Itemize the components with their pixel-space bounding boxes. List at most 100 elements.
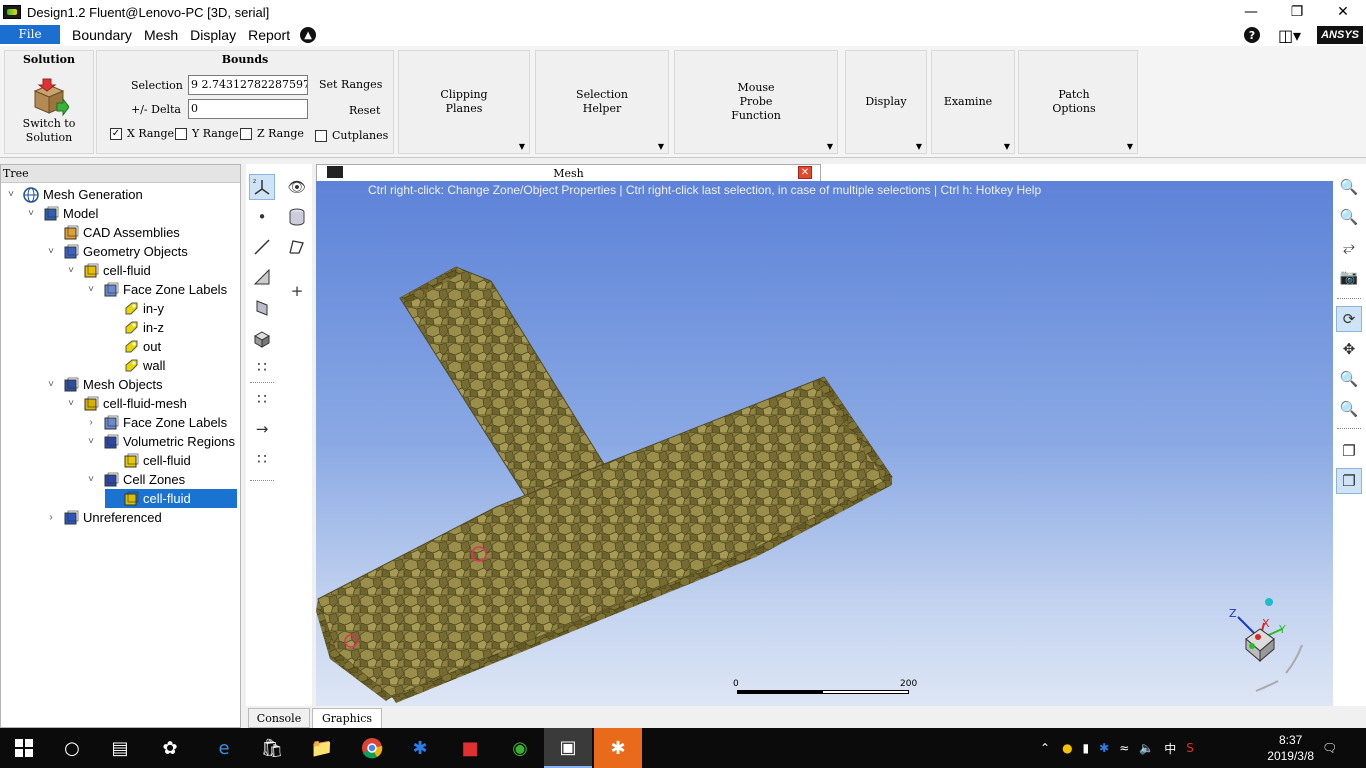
tray-app-icon[interactable]: ● bbox=[1062, 741, 1072, 755]
examine-group[interactable]: Examine ▼ bbox=[931, 50, 1015, 154]
face-select-icon[interactable] bbox=[249, 264, 275, 290]
clipping-planes-group[interactable]: Clipping Planes ▼ bbox=[398, 50, 530, 154]
parallel-projection-icon[interactable]: ❐ bbox=[1336, 438, 1362, 464]
clipping-planes-button[interactable]: Clipping Planes bbox=[399, 51, 529, 153]
tree-item[interactable]: ˅ Mesh Objects bbox=[45, 375, 162, 394]
visibility-icon[interactable]: 👁 bbox=[284, 174, 310, 200]
patch-options-group[interactable]: Patch Options ▼ bbox=[1018, 50, 1138, 154]
display-group[interactable]: Display ▼ bbox=[845, 50, 927, 154]
star-app-2-icon[interactable]: ✱ bbox=[594, 728, 642, 768]
examine-dropdown-icon[interactable]: ▼ bbox=[1004, 142, 1010, 151]
next-select-icon[interactable]: → bbox=[249, 416, 275, 442]
axis-select-icon[interactable]: z bbox=[249, 174, 275, 200]
tree-item[interactable]: CAD Assemblies bbox=[45, 223, 180, 242]
tree-toggle-icon[interactable]: ˅ bbox=[85, 436, 97, 447]
tree-item[interactable]: ˅ Cell Zones bbox=[85, 470, 185, 489]
app-icon[interactable]: ✿ bbox=[146, 728, 194, 768]
layout-icon[interactable]: ◫▾ bbox=[1278, 26, 1301, 45]
display-button[interactable]: Display bbox=[846, 51, 926, 153]
tree-item[interactable]: › Face Zone Labels bbox=[85, 413, 227, 432]
selection-helper-dropdown-icon[interactable]: ▼ bbox=[658, 142, 664, 151]
clock[interactable]: 8:37 2019/3/8 bbox=[1267, 732, 1314, 764]
start-icon[interactable] bbox=[0, 728, 48, 768]
mesh-tab[interactable]: Mesh ✕ bbox=[316, 164, 821, 181]
volume-icon[interactable]: 🔈 bbox=[1139, 741, 1154, 755]
multi-select-icon[interactable]: ∷ bbox=[249, 354, 275, 380]
tree-toggle-icon[interactable]: ˅ bbox=[85, 474, 97, 485]
graphics-tab[interactable]: Graphics bbox=[312, 708, 382, 728]
expand-select-icon[interactable]: ∷ bbox=[249, 446, 275, 472]
tree-toggle-icon[interactable]: › bbox=[85, 417, 97, 428]
patch-options-button[interactable]: Patch Options bbox=[1019, 51, 1129, 153]
minimize-button[interactable]: — bbox=[1228, 0, 1274, 24]
tree-item[interactable]: › Unreferenced bbox=[45, 508, 161, 527]
selection-helper-button[interactable]: Selection Helper bbox=[536, 51, 668, 153]
delta-input[interactable]: 0 bbox=[188, 99, 308, 119]
menu-mesh[interactable]: Mesh bbox=[144, 27, 178, 43]
help-icon[interactable]: ? bbox=[1243, 27, 1260, 43]
close-tab-icon[interactable]: ✕ bbox=[798, 166, 812, 179]
collapse-ribbon-icon[interactable]: ▲ bbox=[300, 27, 317, 43]
tree-toggle-icon[interactable]: ˅ bbox=[5, 189, 17, 200]
examine-button[interactable]: Examine bbox=[932, 51, 1004, 153]
sogou-icon[interactable]: S bbox=[1186, 741, 1194, 755]
zoom-out-icon[interactable]: 🔍 bbox=[1336, 204, 1362, 230]
youdao-icon[interactable]: ■ bbox=[446, 728, 494, 768]
add-icon[interactable]: + bbox=[284, 278, 310, 304]
clipping-planes-dropdown-icon[interactable]: ▼ bbox=[519, 142, 525, 151]
tree-item[interactable]: ˅ cell-fluid-mesh bbox=[65, 394, 187, 413]
edge-select-icon[interactable] bbox=[249, 234, 275, 260]
wifi-icon[interactable]: ≈ bbox=[1119, 741, 1129, 755]
mouse-probe-function-button[interactable]: Mouse Probe Function bbox=[675, 51, 837, 153]
y-range-checkbox[interactable]: Y Range bbox=[175, 127, 239, 140]
fluent-taskbar-icon[interactable]: ▣ bbox=[544, 728, 592, 768]
selection-input[interactable]: 9 2.743127822875977 bbox=[188, 75, 308, 95]
task-view-icon[interactable]: ▤ bbox=[96, 728, 144, 768]
tree-toggle-icon[interactable]: ˅ bbox=[45, 379, 57, 390]
patch-options-dropdown-icon[interactable]: ▼ bbox=[1127, 142, 1133, 151]
ime-indicator[interactable]: 中 bbox=[1164, 740, 1176, 757]
tree-item[interactable]: wall bbox=[105, 356, 165, 375]
tree-item[interactable]: ˅ Geometry Objects bbox=[45, 242, 188, 261]
tree-toggle-icon[interactable]: ˅ bbox=[65, 265, 77, 276]
search-icon[interactable]: ○ bbox=[48, 728, 96, 768]
tree-item[interactable]: cell-fluid bbox=[105, 451, 191, 470]
cutplanes-checkbox[interactable]: Cutplanes bbox=[315, 129, 388, 142]
reset-button[interactable]: Reset bbox=[349, 104, 380, 117]
menu-report[interactable]: Report bbox=[248, 27, 290, 43]
tree-toggle-icon[interactable]: ˅ bbox=[25, 208, 37, 219]
display-dropdown-icon[interactable]: ▼ bbox=[916, 142, 922, 151]
z-range-checkbox[interactable]: Z Range bbox=[240, 127, 304, 140]
polyline-icon[interactable] bbox=[284, 234, 310, 260]
menu-display[interactable]: Display bbox=[190, 27, 236, 43]
tree-item[interactable]: ˅ Mesh Generation bbox=[5, 185, 143, 204]
tree-toggle-icon[interactable]: ˅ bbox=[65, 398, 77, 409]
tree-item[interactable]: out bbox=[105, 337, 161, 356]
tray-star-icon[interactable]: ✱ bbox=[1099, 741, 1109, 755]
tree-item[interactable]: ˅ Face Zone Labels bbox=[85, 280, 227, 299]
battery-icon[interactable]: ▮ bbox=[1083, 741, 1090, 755]
tree-toggle-icon[interactable]: › bbox=[45, 512, 57, 523]
tree-item[interactable]: ˅ cell-fluid bbox=[65, 261, 151, 280]
tray-expand-icon[interactable]: ⌃ bbox=[1040, 741, 1050, 755]
maximize-button[interactable]: ❐ bbox=[1274, 0, 1320, 24]
tree-item[interactable]: cell-fluid bbox=[105, 489, 237, 508]
box-select-icon[interactable]: ∷ bbox=[249, 386, 275, 412]
set-ranges-button[interactable]: Set Ranges bbox=[319, 78, 382, 91]
tree-item[interactable]: ˅ Volumetric Regions bbox=[85, 432, 235, 451]
console-tab[interactable]: Console bbox=[248, 708, 310, 728]
wechat-icon[interactable]: ◉ bbox=[496, 728, 544, 768]
tree-toggle-icon[interactable]: ˅ bbox=[85, 284, 97, 295]
rotate-icon[interactable]: ⟳ bbox=[1336, 306, 1362, 332]
mouse-probe-dropdown-icon[interactable]: ▼ bbox=[827, 142, 833, 151]
store-icon[interactable]: 🛍 bbox=[248, 728, 296, 768]
notifications-icon[interactable]: 🗨 bbox=[1322, 728, 1337, 768]
zoom-in-icon[interactable]: 🔍 bbox=[1336, 366, 1362, 392]
chrome-icon[interactable] bbox=[348, 728, 396, 768]
mouse-probe-group[interactable]: Mouse Probe Function ▼ bbox=[674, 50, 838, 154]
menu-boundary[interactable]: Boundary bbox=[72, 27, 132, 43]
edge-browser-icon[interactable]: e bbox=[200, 728, 248, 768]
tree-item[interactable]: in-y bbox=[105, 299, 164, 318]
file-explorer-icon[interactable]: 📁 bbox=[298, 728, 346, 768]
zone-select-icon[interactable] bbox=[249, 294, 275, 320]
